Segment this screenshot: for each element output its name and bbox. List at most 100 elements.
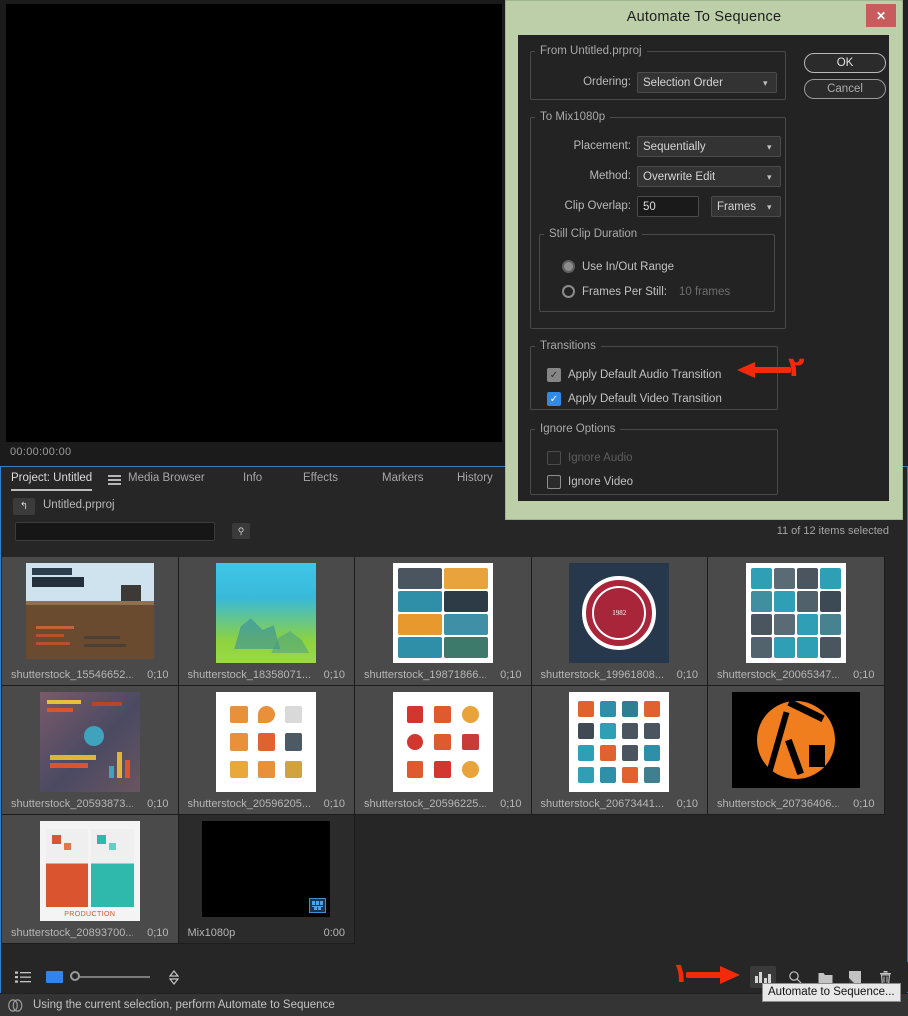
clip-name: shutterstock_19871866...: [364, 669, 486, 681]
thumbnail-image: [392, 563, 493, 663]
method-label: Method:: [589, 170, 631, 182]
thumbnail-image: [216, 692, 317, 792]
clip-name: shutterstock_20593873...: [11, 798, 133, 810]
transitions-group: Transitions ✓ Apply Default Audio Transi…: [530, 340, 778, 410]
list-item[interactable]: shutterstock_18358071... 0;10: [178, 557, 355, 686]
use-in-out-range-radio-row[interactable]: Use In/Out Range: [562, 260, 674, 273]
ignore-audio-row: Ignore Audio: [547, 451, 633, 465]
ordering-select[interactable]: Selection Order: [637, 72, 777, 93]
list-item[interactable]: shutterstock_20596225... 0;10: [355, 686, 532, 815]
to-sequence-group: To Mix1080p Placement: Sequentially ▾ Me…: [530, 111, 786, 329]
ignore-video-row[interactable]: Ignore Video: [547, 475, 633, 489]
tooltip-automate-to-sequence: Automate to Sequence...: [762, 983, 901, 1002]
use-in-out-range-radio[interactable]: [562, 260, 575, 273]
tab-markers[interactable]: Markers: [382, 472, 424, 489]
close-icon[interactable]: ✕: [866, 4, 896, 27]
tab-project[interactable]: Project: Untitled: [11, 472, 93, 491]
items-selected-status: 11 of 12 items selected: [776, 525, 889, 537]
thumbnail-image: [202, 821, 331, 917]
zoom-slider-handle[interactable]: [70, 971, 80, 981]
dialog-body: OK Cancel From Untitled.prproj Ordering:…: [518, 35, 889, 501]
clip-overlap-units-select[interactable]: Frames: [711, 196, 781, 217]
clip-name: shutterstock_20596225...: [364, 798, 486, 810]
search-row: ⚲ ⚲ 11 of 12 items selected: [1, 521, 907, 549]
sequence-badge: [309, 898, 327, 913]
folder-up-icon[interactable]: ↰: [13, 498, 35, 515]
clip-duration: 0;10: [853, 798, 875, 810]
list-item[interactable]: shutterstock_19871866... 0;10: [355, 557, 532, 686]
still-clip-duration-group: Still Clip Duration Use In/Out Range Fra…: [539, 228, 775, 312]
apply-video-transition-row[interactable]: ✓ Apply Default Video Transition: [547, 392, 722, 406]
status-message: Using the current selection, perform Aut…: [33, 999, 335, 1011]
frames-per-still-radio-row[interactable]: Frames Per Still: 10 frames: [562, 285, 730, 298]
clip-name: shutterstock_20596205...: [187, 798, 310, 810]
placement-select[interactable]: Sequentially: [637, 136, 781, 157]
clip-duration: 0;10: [323, 798, 345, 810]
clip-overlap-label: Clip Overlap:: [564, 200, 631, 212]
thumbnail-image: [392, 692, 493, 792]
frames-per-still-radio[interactable]: [562, 285, 575, 298]
dialog-titlebar[interactable]: Automate To Sequence ✕: [506, 1, 902, 35]
clip-duration: 0;10: [500, 669, 522, 681]
clip-duration: 0;10: [676, 669, 698, 681]
clip-name: shutterstock_18358071...: [187, 669, 310, 681]
clip-duration: 0;10: [147, 669, 169, 681]
clip-name: shutterstock_20065347...: [717, 669, 839, 681]
clip-duration: 0;10: [853, 669, 875, 681]
thumbnail-image: [745, 563, 846, 663]
ignore-audio-checkbox: [547, 451, 561, 465]
breadcrumb-label: Untitled.prproj: [43, 499, 115, 511]
list-item[interactable]: shutterstock_20736406... 0;10: [708, 686, 885, 815]
apply-audio-transition-row[interactable]: ✓ Apply Default Audio Transition: [547, 368, 721, 382]
cancel-button[interactable]: Cancel: [804, 79, 886, 99]
filter-search-icon[interactable]: ⚲: [232, 523, 250, 539]
list-item[interactable]: 1982 shutterstock_19961808... 0;10: [531, 557, 708, 686]
placement-label: Placement:: [573, 140, 631, 152]
ignore-options-legend: Ignore Options: [540, 423, 616, 435]
thumbnail-image: 1982: [569, 563, 670, 663]
tab-media-browser[interactable]: Media Browser: [128, 472, 205, 489]
sort-icon[interactable]: [165, 969, 183, 985]
program-monitor-panel: 00:00:00:00: [0, 0, 508, 465]
list-item[interactable]: shutterstock_20673441... 0;10: [531, 686, 708, 815]
clip-name: shutterstock_15546652...: [11, 669, 133, 681]
apply-audio-transition-checkbox[interactable]: ✓: [547, 368, 561, 382]
automate-to-sequence-dialog: Automate To Sequence ✕ OK Cancel From Un…: [505, 0, 903, 520]
frames-per-still-label: Frames Per Still:: [582, 285, 667, 298]
clip-duration: 0;10: [147, 798, 169, 810]
panel-menu-icon[interactable]: [108, 475, 121, 485]
frames-per-still-value: 10 frames: [679, 285, 731, 298]
list-item[interactable]: shutterstock_20596205... 0;10: [178, 686, 355, 815]
thumbnail-image: [569, 692, 670, 792]
list-item[interactable]: Mix1080p 0:00: [178, 815, 355, 944]
list-view-icon[interactable]: [14, 969, 32, 985]
search-input[interactable]: [15, 522, 215, 541]
tab-effects[interactable]: Effects: [303, 472, 338, 489]
apply-video-transition-checkbox[interactable]: ✓: [547, 392, 561, 406]
clip-duration: 0:00: [323, 927, 345, 939]
tab-info[interactable]: Info: [243, 472, 262, 489]
ignore-audio-label: Ignore Audio: [568, 452, 633, 464]
clip-duration: 0;10: [323, 669, 345, 681]
list-item[interactable]: shutterstock_20065347... 0;10: [708, 557, 885, 686]
ok-button[interactable]: OK: [804, 53, 886, 73]
clip-overlap-input[interactable]: [637, 196, 699, 217]
icon-view-icon[interactable]: [46, 971, 63, 983]
monitor-timecode: 00:00:00:00: [10, 446, 72, 458]
list-item[interactable]: shutterstock_15546652... 0;10: [2, 557, 179, 686]
clip-name: shutterstock_19961808...: [540, 669, 663, 681]
list-item[interactable]: PRODUCTION shutterstock_20893700... 0;10: [2, 815, 179, 944]
thumbnail-image: PRODUCTION: [39, 821, 140, 921]
ordering-label: Ordering:: [583, 76, 631, 88]
still-clip-duration-legend: Still Clip Duration: [549, 228, 638, 240]
tab-history[interactable]: History: [457, 472, 493, 489]
method-select[interactable]: Overwrite Edit: [637, 166, 781, 187]
list-item[interactable]: shutterstock_20593873... 0;10: [2, 686, 179, 815]
from-project-legend: From Untitled.prproj: [540, 45, 642, 57]
transitions-legend: Transitions: [540, 340, 596, 352]
program-monitor-canvas[interactable]: [6, 4, 502, 442]
thumbnail-zoom-slider[interactable]: [70, 971, 150, 981]
ignore-options-group: Ignore Options Ignore Audio Ignore Video: [530, 423, 778, 495]
info-icon: [7, 997, 23, 1013]
ignore-video-checkbox[interactable]: [547, 475, 561, 489]
